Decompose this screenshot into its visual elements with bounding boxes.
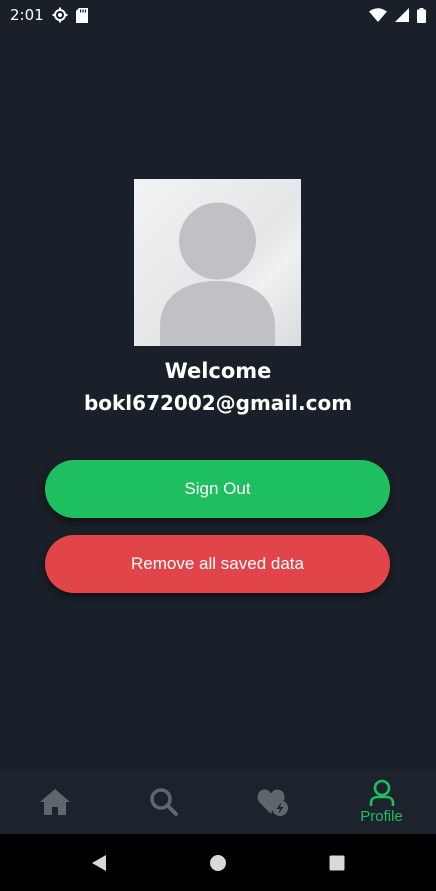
search-icon [149,788,178,816]
bottom-navigation: Profile [0,770,436,834]
nav-item-favorites[interactable] [218,770,327,834]
signal-icon [395,8,409,22]
battery-icon [417,7,426,23]
profile-icon [369,779,394,806]
system-back-button[interactable] [77,841,121,885]
system-navigation-bar [0,834,436,891]
settings-gear-icon [52,7,68,23]
home-icon [39,789,70,815]
nav-item-profile[interactable]: Profile [327,770,436,834]
nav-item-profile-label: Profile [360,808,403,825]
user-email: bokl672002@gmail.com [83,391,353,415]
welcome-title: Welcome [164,359,272,383]
profile-avatar [134,179,301,346]
status-bar: 2:01 [0,0,436,30]
nav-item-home[interactable] [0,770,109,834]
system-home-button[interactable] [196,841,240,885]
sd-card-icon [75,7,88,23]
wifi-icon [369,8,387,22]
favorites-heart-bolt-icon [257,789,288,816]
profile-screen: 2:01 Welcome bokl672002@gmail.com Sign O… [0,0,436,891]
system-recents-button[interactable] [315,841,359,885]
status-time: 2:01 [10,6,44,24]
back-icon [92,854,107,871]
default-user-avatar-icon [160,202,275,346]
recents-square-icon [329,855,345,870]
nav-item-search[interactable] [109,770,218,834]
remove-saved-data-button[interactable]: Remove all saved data [45,535,390,593]
home-circle-icon [209,854,226,871]
status-right [369,7,426,23]
status-left: 2:01 [10,6,88,24]
sign-out-button[interactable]: Sign Out [45,460,390,518]
